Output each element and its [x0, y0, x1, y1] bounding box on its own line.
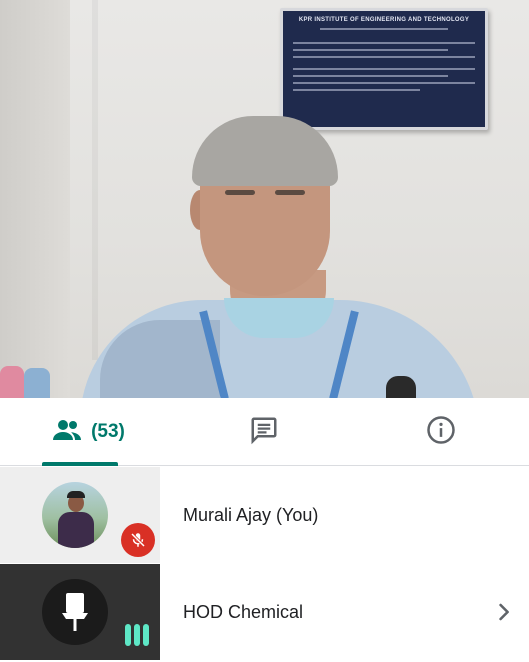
info-icon [426, 415, 456, 450]
speaking-bars-icon [125, 624, 153, 646]
water-bottles [0, 362, 60, 398]
avatar [42, 482, 108, 548]
lapel-microphone [386, 376, 416, 398]
notice-text-line [293, 75, 448, 77]
avatar-cap [67, 491, 85, 498]
participant-tile [0, 564, 160, 660]
notice-board-title: KPR INSTITUTE OF ENGINEERING AND TECHNOL… [298, 17, 470, 23]
participant-row[interactable]: Murali Ajay (You) [0, 467, 529, 563]
chat-icon [249, 415, 279, 450]
participant-name: HOD Chemical [183, 601, 304, 622]
main-video-feed[interactable]: KPR INSTITUTE OF ENGINEERING AND TECHNOL… [0, 0, 529, 398]
bottle [0, 366, 24, 398]
level-bar [125, 624, 131, 646]
panel-tab-bar: (53) [0, 398, 529, 466]
eyebrow [225, 190, 255, 195]
bottle [24, 368, 50, 398]
pin-icon [62, 593, 88, 631]
speaker-figure [60, 110, 500, 398]
shirt-shadow [100, 320, 220, 398]
participant-tile [0, 467, 160, 563]
active-tab-indicator [42, 462, 118, 466]
tab-people[interactable]: (53) [0, 398, 176, 466]
avatar [42, 579, 108, 645]
participant-name: Murali Ajay (You) [183, 504, 319, 525]
eyebrow [275, 190, 305, 195]
notice-text-line [293, 42, 475, 44]
notice-text-line [320, 28, 448, 30]
people-icon [51, 418, 83, 447]
level-bar [143, 624, 149, 646]
participant-count: (53) [91, 421, 125, 442]
notice-text-line [293, 56, 475, 58]
notice-text-line [293, 82, 475, 84]
notice-text-line [293, 68, 475, 70]
tab-chat[interactable] [176, 398, 352, 466]
tab-info[interactable] [352, 398, 529, 466]
participant-list: Murali Ajay (You) HOD Chemical [0, 467, 529, 662]
notice-text-line [293, 49, 448, 51]
participant-row[interactable]: HOD Chemical [0, 564, 529, 660]
notice-text-line [293, 89, 421, 91]
chevron-right-icon[interactable] [492, 600, 516, 624]
speaker-hair [192, 116, 338, 186]
meeting-screen: KPR INSTITUTE OF ENGINEERING AND TECHNOL… [0, 0, 529, 662]
mic-off-icon [121, 523, 155, 557]
level-bar [134, 624, 140, 646]
avatar-body [58, 512, 94, 548]
